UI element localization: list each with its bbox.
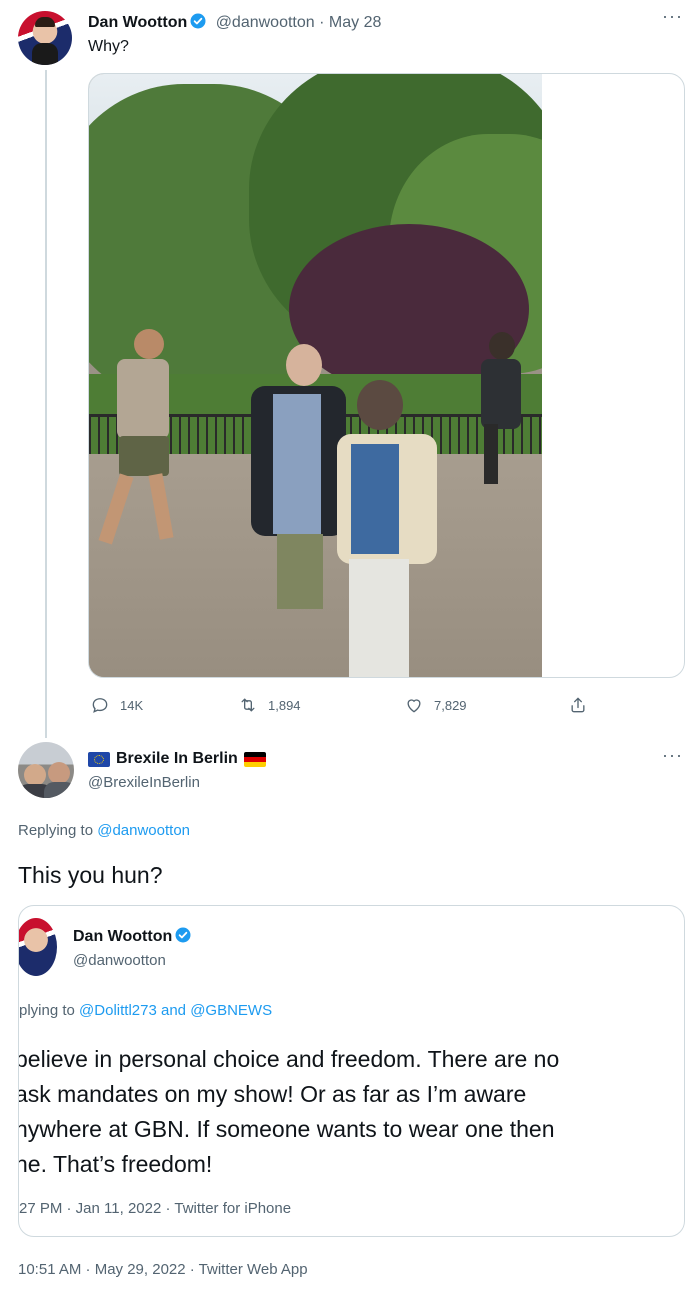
tweet1-like-action[interactable]: 7,829 bbox=[404, 695, 467, 715]
quoted-replying-and: and bbox=[160, 1002, 187, 1019]
tweet1-like-count: 7,829 bbox=[434, 697, 467, 713]
quoted-text-line: believe in personal choice and freedom. … bbox=[18, 1046, 560, 1072]
tweet1-header: Dan Wootton @danwootton · May 28 bbox=[88, 12, 381, 32]
quoted-header: Dan Wootton bbox=[73, 926, 192, 946]
avatar-dan-wootton[interactable] bbox=[18, 11, 72, 65]
tweet1-text: Why? bbox=[88, 38, 129, 55]
tweet1-retweet-count: 1,894 bbox=[268, 697, 301, 713]
verified-badge-icon bbox=[190, 13, 206, 29]
eu-flag-icon bbox=[88, 751, 110, 767]
tweet2-header: Brexile In Berlin bbox=[88, 750, 266, 768]
reply-icon bbox=[92, 698, 108, 713]
quoted-handle[interactable]: @danwootton bbox=[73, 952, 166, 969]
tweet1-handle[interactable]: @danwootton bbox=[216, 14, 315, 31]
quoted-author-name[interactable]: Dan Wootton bbox=[73, 928, 172, 945]
thread-connector bbox=[45, 70, 47, 738]
tweet1-author-name[interactable]: Dan Wootton bbox=[88, 14, 187, 31]
replying-to-label: Replying to bbox=[18, 822, 94, 839]
tweet1-reply-action[interactable]: 14K bbox=[90, 695, 143, 715]
like-icon bbox=[407, 699, 421, 713]
quoted-timestamp[interactable]: 27 PM · Jan 11, 2022 · Twitter for iPhon… bbox=[19, 1200, 291, 1217]
quoted-text: believe in personal choice and freedom. … bbox=[18, 1042, 560, 1182]
quoted-text-line: nywhere at GBN. If someone wants to wear… bbox=[18, 1116, 555, 1142]
verified-badge-icon bbox=[175, 927, 191, 943]
share-icon bbox=[571, 697, 585, 713]
quoted-text-line: ne. That’s freedom! bbox=[18, 1151, 213, 1177]
retweet-icon bbox=[241, 698, 255, 712]
tweet1-media-card[interactable] bbox=[88, 73, 685, 678]
tweet1-reply-count: 14K bbox=[120, 697, 144, 713]
tweet1-share-action[interactable] bbox=[568, 695, 588, 715]
replying-to-handle[interactable]: @danwootton bbox=[97, 822, 190, 839]
tweet1-separator: · bbox=[319, 14, 325, 31]
tweet2-author-name[interactable]: Brexile In Berlin bbox=[116, 750, 238, 768]
tweet1-more-icon[interactable]: ··· bbox=[662, 6, 683, 27]
quoted-replying-handle-2[interactable]: @GBNEWS bbox=[190, 1002, 272, 1019]
tweet2-timestamp[interactable]: 10:51 AM · May 29, 2022 · Twitter Web Ap… bbox=[18, 1261, 308, 1278]
tweet1-date[interactable]: May 28 bbox=[329, 14, 381, 31]
quoted-text-line: ask mandates on my show! Or as far as I’… bbox=[18, 1081, 527, 1107]
tweet1-photo[interactable] bbox=[89, 74, 542, 677]
tweet2-text: This you hun? bbox=[18, 862, 163, 888]
quoted-tweet-card[interactable]: Dan Wootton @danwootton plying to @Dolit… bbox=[18, 905, 685, 1237]
tweet2-replying-to: Replying to @danwootton bbox=[18, 822, 190, 839]
avatar-brexile-in-berlin[interactable] bbox=[18, 742, 74, 798]
quoted-replying-handle-1[interactable]: @Dolittl273 bbox=[79, 1002, 157, 1019]
germany-flag-icon bbox=[243, 751, 266, 767]
tweet1-retweet-action[interactable]: 1,894 bbox=[238, 695, 301, 715]
quoted-replying-label: plying to bbox=[19, 1002, 75, 1019]
quoted-avatar[interactable] bbox=[19, 918, 57, 976]
tweet2-more-icon[interactable]: ··· bbox=[662, 745, 683, 766]
quoted-replying-to: plying to @Dolittl273 and @GBNEWS bbox=[19, 1002, 272, 1019]
tweet2-handle[interactable]: @BrexileInBerlin bbox=[88, 774, 200, 791]
